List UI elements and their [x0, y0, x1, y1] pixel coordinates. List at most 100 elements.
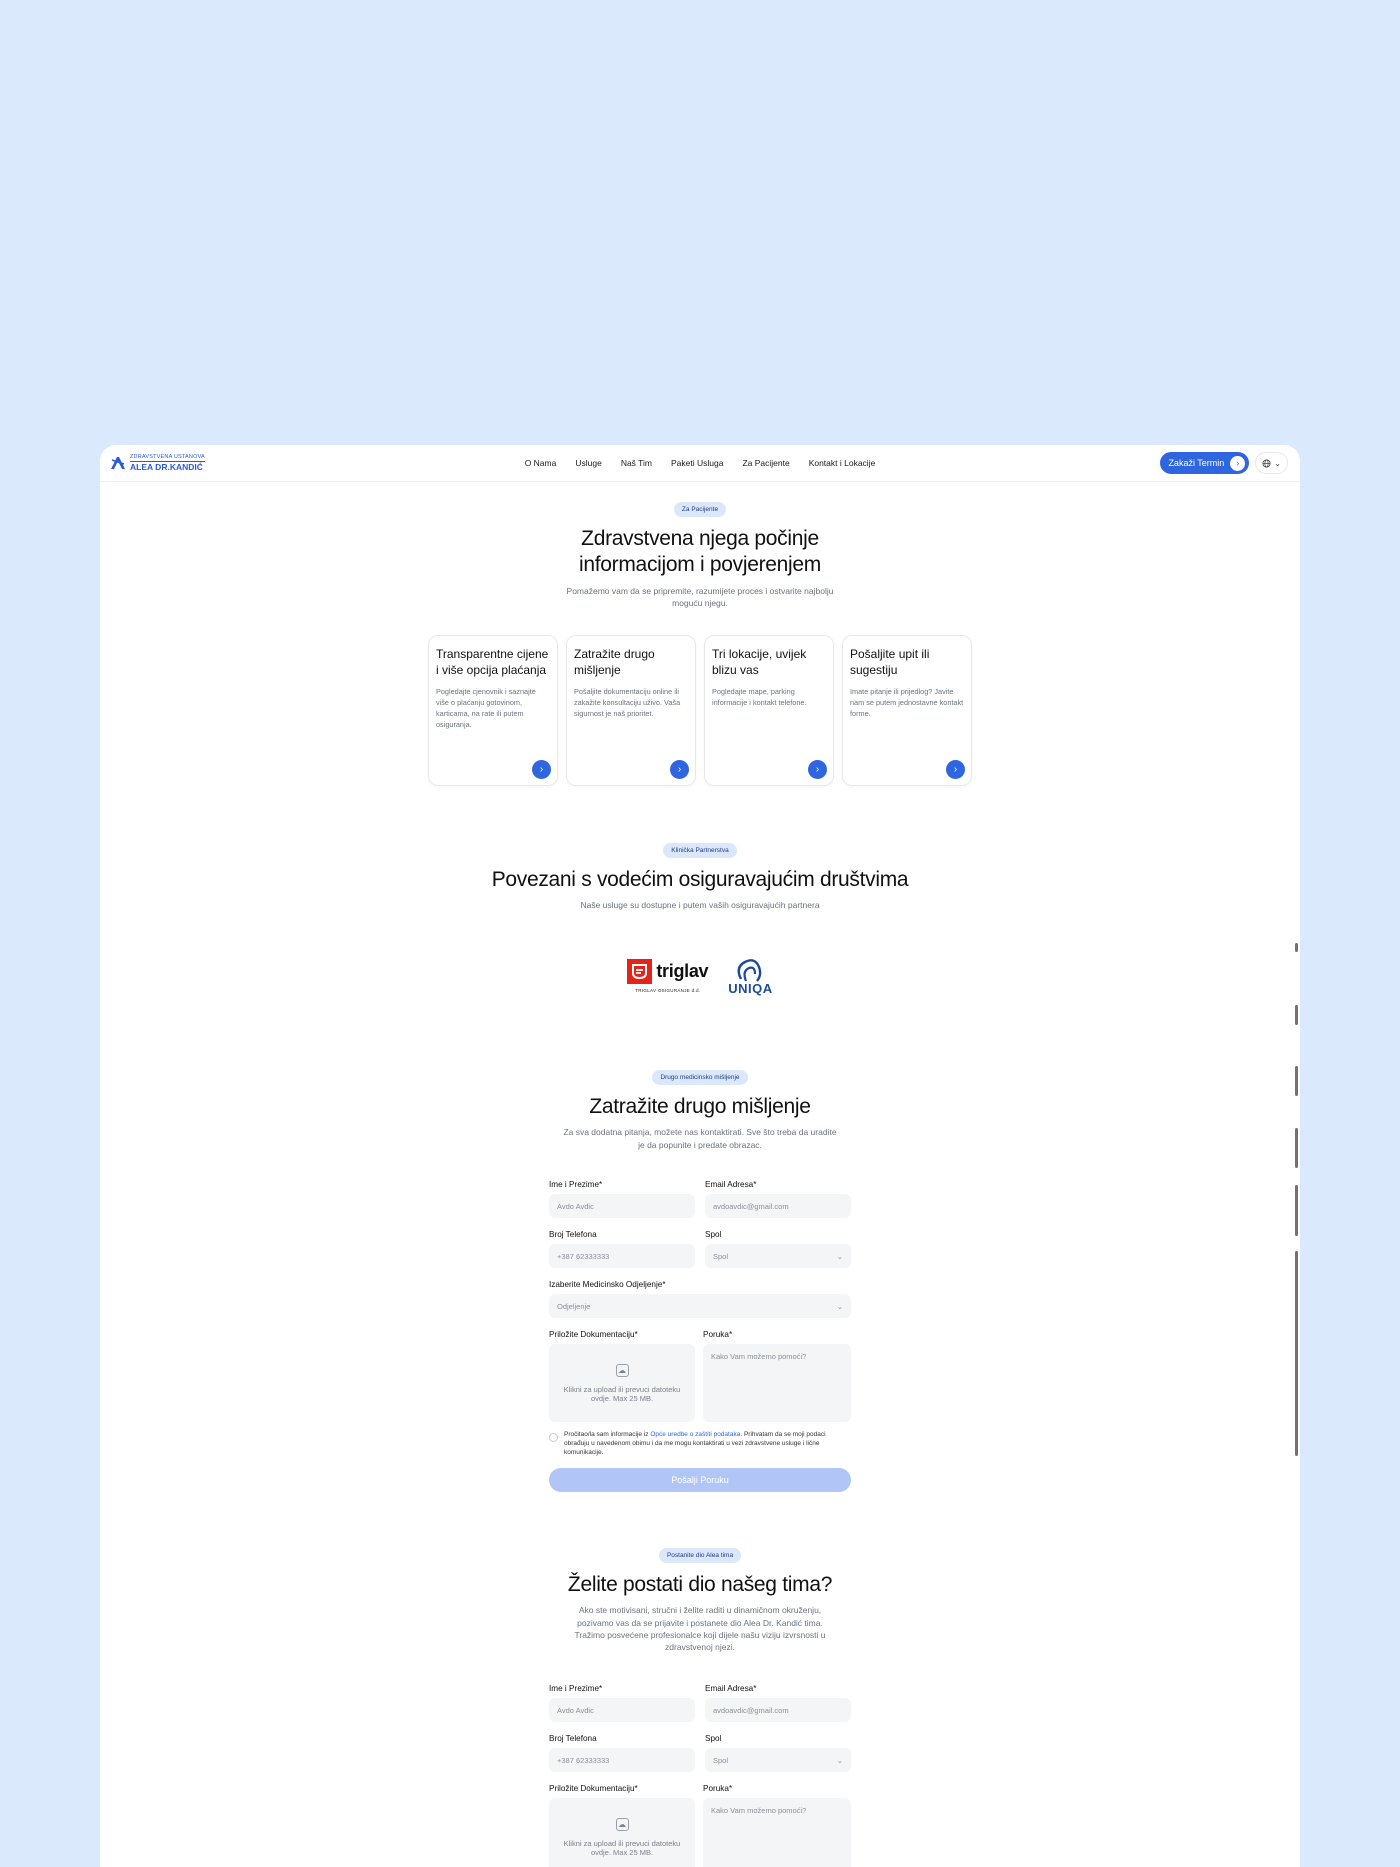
card-title: Tri lokacije, uvijek blizu vas [712, 647, 807, 678]
card-pricing[interactable]: Transparentne cijene i više opcija plaća… [428, 635, 558, 786]
section-title: Povezani s vodećim osiguravajućim društv… [491, 868, 909, 891]
department-select[interactable]: Odjeljenje ⌄ [549, 1294, 851, 1318]
upload-hint: Klikni za upload ili prevuci datoteku ov… [563, 1838, 681, 1857]
arrow-right-icon[interactable]: › [670, 760, 689, 779]
navbar: ZDRAVSTVENA USTANOVA ALEA DR.KANDIĆ O Na… [100, 445, 1300, 482]
scrollbar-track-segment[interactable] [1295, 1185, 1298, 1236]
section-pill: Drugo medicinsko mišljenje [652, 1070, 748, 1085]
section-title: Zatražite drugo mišljenje [589, 1095, 811, 1118]
nav-link-za-pacijente[interactable]: Za Pacijente [742, 458, 789, 468]
arrow-right-icon: › [1230, 455, 1246, 471]
name-input[interactable]: Avdo Avdic [549, 1194, 695, 1218]
card-description: Pošaljite dokumentaciju online ili zakaž… [574, 687, 681, 719]
file-upload-dropzone[interactable]: ☁ Klikni za upload ili prevuci datoteku … [549, 1798, 695, 1867]
chevron-down-icon: ⌄ [1274, 458, 1281, 468]
gender-label: Spol [705, 1230, 722, 1239]
scrollbar-thumb[interactable] [1295, 1251, 1298, 1456]
gender-select[interactable]: Spol ⌄ [705, 1748, 851, 1772]
section-title: Zdravstvena njega počinje informacijom i… [579, 527, 821, 577]
section-subtitle: Pomažemo vam da se pripremite, razumijet… [566, 585, 834, 608]
section-title: Želite postati dio našeg tima? [567, 1573, 833, 1596]
triglav-mark-icon [627, 959, 653, 985]
gender-label: Spol [705, 1734, 722, 1743]
partner-logos: triglav TRIGLAV OSIGURANJE d.d. UNIQA [100, 957, 1300, 996]
section-pill: Klinička Partnerstva [663, 843, 737, 858]
card-title: Pošaljite upit ili sugestiju [850, 647, 930, 678]
documents-label: Priložite Dokumentaciju* [549, 1784, 638, 1793]
message-label: Poruka* [703, 1784, 733, 1793]
nav-link-usluge[interactable]: Usluge [575, 458, 601, 468]
section-subtitle: Ako ste motivisani, stručni i želite rad… [574, 1605, 826, 1653]
section-subtitle: Naše usluge su dostupne i putem vaših os… [580, 900, 820, 911]
submit-button[interactable]: Pošalji Poruku [549, 1467, 851, 1492]
triglav-logo: triglav TRIGLAV OSIGURANJE d.d. [627, 959, 709, 994]
name-label: Ime i Prezime* [549, 1684, 603, 1693]
nav-link-nas-tim[interactable]: Naš Tim [621, 458, 652, 468]
email-label: Email Adresa* [705, 1180, 757, 1189]
second-opinion-section: Drugo medicinsko mišljenje Zatražite dru… [100, 1066, 1300, 1151]
patients-section: Za Pacijente Zdravstvena njega počinje i… [100, 498, 1300, 786]
careers-form: Ime i Prezime* Avdo Avdic Email Adresa* … [549, 1684, 851, 1867]
nav-link-kontakt[interactable]: Kontakt i Lokacije [809, 458, 876, 468]
nav-link-o-nama[interactable]: O Nama [525, 458, 557, 468]
phone-label: Broj Telefona [549, 1230, 597, 1239]
scrollbar-track-segment[interactable] [1295, 1005, 1298, 1025]
arrow-right-icon[interactable]: › [946, 760, 965, 779]
phone-input[interactable]: +387 62333333 [549, 1748, 695, 1772]
name-input[interactable]: Avdo Avdic [549, 1698, 695, 1722]
nav-links: O Nama Usluge Naš Tim Paketi Usluga Za P… [525, 458, 876, 468]
consent-checkbox[interactable] [549, 1433, 558, 1442]
second-opinion-form: Ime i Prezime* Avdo Avdic Email Adresa* … [549, 1180, 851, 1492]
email-label: Email Adresa* [705, 1684, 757, 1693]
upload-cloud-icon: ☁ [615, 1817, 629, 1831]
logo[interactable]: ZDRAVSTVENA USTANOVA ALEA DR.KANDIĆ [110, 454, 205, 472]
message-textarea[interactable]: Kako Vam možemo pomoći? [703, 1344, 851, 1422]
triglav-wordmark: triglav [656, 961, 709, 982]
card-locations[interactable]: Tri lokacije, uvijek blizu vas Pogledajt… [704, 635, 834, 786]
language-selector[interactable]: ⌄ [1255, 452, 1288, 474]
phone-input[interactable]: +387 62333333 [549, 1244, 695, 1268]
arrow-right-icon[interactable]: › [532, 760, 551, 779]
uniqa-wordmark: UNIQA [728, 980, 773, 996]
documents-label: Priložite Dokumentaciju* [549, 1330, 638, 1339]
book-appointment-button[interactable]: Zakaži Termin › [1160, 452, 1250, 474]
email-input[interactable]: avdoavdic@gmail.com [705, 1698, 851, 1722]
logo-subtitle: ZDRAVSTVENA USTANOVA [130, 454, 205, 462]
message-label: Poruka* [703, 1330, 733, 1339]
uniqa-logo: UNIQA [728, 957, 772, 996]
browser-window: ZDRAVSTVENA USTANOVA ALEA DR.KANDIĆ O Na… [100, 445, 1300, 1867]
scrollbar-track-segment[interactable] [1295, 943, 1298, 952]
email-input[interactable]: avdoavdic@gmail.com [705, 1194, 851, 1218]
section-subtitle: Za sva dodatna pitanja, možete nas konta… [563, 1127, 837, 1150]
book-appointment-label: Zakaži Termin [1168, 458, 1225, 468]
card-second-opinion[interactable]: Zatražite drugo mišljenje Pošaljite doku… [566, 635, 696, 786]
chevron-down-icon: ⌄ [836, 1755, 843, 1765]
logo-title: ALEA DR.KANDIĆ [130, 462, 203, 472]
card-title: Zatražite drugo mišljenje [574, 647, 655, 678]
triglav-subtitle: TRIGLAV OSIGURANJE d.d. [635, 988, 701, 994]
consent-row: Pročitao/la sam informacije iz Opće ured… [549, 1431, 851, 1458]
chevron-down-icon: ⌄ [836, 1251, 843, 1261]
card-description: Pogledajte cjenovnik i saznajte više o p… [436, 687, 536, 730]
scrollbar-track-segment[interactable] [1295, 1066, 1298, 1096]
logo-icon [111, 457, 125, 469]
gdpr-link[interactable]: Opće uredbe o zaštiti podataka [650, 1431, 740, 1438]
upload-hint: Klikni za upload ili prevuci datoteku ov… [563, 1384, 681, 1403]
gender-select[interactable]: Spol ⌄ [705, 1244, 851, 1268]
partners-section: Klinička Partnerstva Povezani s vodećim … [100, 839, 1300, 996]
phone-label: Broj Telefona [549, 1734, 597, 1743]
message-textarea[interactable]: Kako Vam možemo pomoći? [703, 1798, 851, 1867]
upload-cloud-icon: ☁ [615, 1363, 629, 1377]
section-pill: Postanite dio Alea tima [658, 1548, 742, 1563]
info-cards: Transparentne cijene i više opcija plaća… [428, 635, 972, 786]
name-label: Ime i Prezime* [549, 1180, 603, 1189]
card-title: Transparentne cijene i više opcija plaća… [436, 647, 549, 678]
card-description: Imate pitanje ili prijedlog? Javite nam … [850, 687, 964, 719]
arrow-right-icon[interactable]: › [808, 760, 827, 779]
nav-link-paketi-usluga[interactable]: Paketi Usluga [671, 458, 723, 468]
file-upload-dropzone[interactable]: ☁ Klikni za upload ili prevuci datoteku … [549, 1344, 695, 1422]
scrollbar-track-segment[interactable] [1295, 1128, 1298, 1168]
careers-section: Postanite dio Alea tima Želite postati d… [100, 1544, 1300, 1654]
card-inquiry[interactable]: Pošaljite upit ili sugestiju Imate pitan… [842, 635, 972, 786]
section-pill: Za Pacijente [673, 502, 727, 517]
